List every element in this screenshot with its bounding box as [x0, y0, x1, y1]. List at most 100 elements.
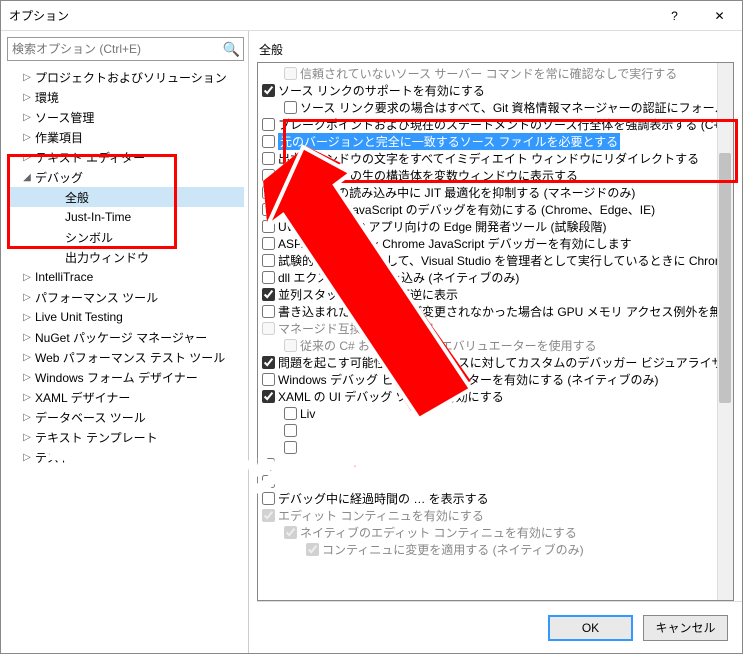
- chevron-right-icon[interactable]: ▷: [21, 132, 33, 143]
- chevron-right-icon[interactable]: ▷: [21, 272, 33, 283]
- help-button[interactable]: ?: [652, 2, 697, 30]
- option-checkbox[interactable]: [262, 390, 275, 403]
- tree-item[interactable]: ▷Web パフォーマンス テスト ツール: [7, 347, 244, 367]
- chevron-right-icon[interactable]: ▷: [21, 152, 33, 163]
- option-checkbox[interactable]: [262, 288, 275, 301]
- option-row: [262, 456, 733, 473]
- right-pane: 全般 信頼されていないソース サーバー コマンドを常に確認なしで実行するソース …: [249, 31, 742, 653]
- tree-item-label: Web パフォーマンス テスト ツール: [35, 349, 225, 366]
- option-checkbox[interactable]: [262, 152, 275, 165]
- tree-item[interactable]: ▷プロジェクトおよびソリューション: [7, 67, 244, 87]
- dialog-body: 🔍 ▷プロジェクトおよびソリューション▷環境▷ソース管理▷作業項目▷テキスト エ…: [1, 31, 742, 653]
- option-checkbox[interactable]: [262, 237, 275, 250]
- option-label: エディット コンティニュを有効にする: [278, 507, 484, 524]
- chevron-right-icon[interactable]: ▷: [21, 332, 33, 343]
- chevron-right-icon[interactable]: ▷: [21, 292, 33, 303]
- chevron-right-icon[interactable]: ▷: [21, 112, 33, 123]
- option-checkbox[interactable]: [262, 492, 275, 505]
- tree-item[interactable]: ▷環境: [7, 87, 244, 107]
- option-checkbox[interactable]: [262, 475, 275, 488]
- scrollbar[interactable]: [717, 63, 733, 600]
- section-title: 全般: [257, 39, 742, 62]
- tree-item[interactable]: Just-In-Time: [7, 207, 244, 227]
- close-button[interactable]: ✕: [697, 2, 742, 30]
- option-checkbox[interactable]: [262, 271, 275, 284]
- tree-item-label: シンボル: [65, 229, 113, 246]
- tree-item[interactable]: ▷NuGet パッケージ マネージャー: [7, 327, 244, 347]
- tree-item[interactable]: ▷テキスト エディター: [7, 147, 244, 167]
- tree-item-label: Windows フォーム デザイナー: [35, 369, 198, 386]
- option-checkbox[interactable]: [284, 424, 297, 437]
- option-checkbox: [262, 322, 275, 335]
- tree-item[interactable]: ▷パフォーマンス ツール: [7, 287, 244, 307]
- tree-item-label: パフォーマンス ツール: [35, 289, 158, 306]
- option-checkbox[interactable]: [262, 135, 275, 148]
- option-checkbox[interactable]: [262, 305, 275, 318]
- tree-item-label: 環境: [35, 89, 59, 106]
- tree-item[interactable]: ▷作業項目: [7, 127, 244, 147]
- option-label: UWP JavaScript アプリ向けの Edge 開発者ツール (試験段階): [278, 218, 607, 235]
- tree-item-label: ソース管理: [35, 109, 94, 126]
- tree-item-label: Just-In-Time: [65, 210, 131, 224]
- tree-item[interactable]: 全般: [7, 187, 244, 207]
- chevron-right-icon[interactable]: ▷: [21, 412, 33, 423]
- tree-item-label: IntelliTrace: [35, 270, 93, 284]
- chevron-right-icon[interactable]: ▷: [21, 392, 33, 403]
- option-checkbox[interactable]: [262, 118, 275, 131]
- tree-item[interactable]: ▷ソース管理: [7, 107, 244, 127]
- option-row: モジュールの読み込み中に JIT 最適化を抑制する (マネージドのみ): [262, 184, 733, 201]
- option-row: 書き込まれたデータで値が変更されなかった場合は GPU メモリ アクセス例外を無…: [262, 303, 733, 320]
- chevron-right-icon[interactable]: ▷: [21, 352, 33, 363]
- chevron-right-icon[interactable]: ▷: [21, 72, 33, 83]
- category-tree[interactable]: ▷プロジェクトおよびソリューション▷環境▷ソース管理▷作業項目▷テキスト エディ…: [7, 67, 244, 647]
- tree-item[interactable]: 出力ウィンドウ: [7, 247, 244, 267]
- option-checkbox[interactable]: [262, 84, 275, 97]
- option-checkbox[interactable]: [262, 203, 275, 216]
- option-checkbox[interactable]: [284, 407, 297, 420]
- option-checkbox[interactable]: [262, 373, 275, 386]
- option-checkbox[interactable]: [262, 254, 275, 267]
- tree-item-label: Live Unit Testing: [35, 310, 123, 324]
- option-checkbox: [284, 339, 297, 352]
- chevron-right-icon[interactable]: ▷: [21, 312, 33, 323]
- option-label: ソース リンク要求の場合はすべて、Git 資格情報マネージャーの認証にフォールバ…: [300, 99, 734, 116]
- chevron-right-icon[interactable]: ▷: [21, 432, 33, 443]
- scroll-thumb[interactable]: [719, 153, 731, 403]
- ok-button[interactable]: OK: [548, 615, 633, 641]
- tree-item[interactable]: ▷テスト: [7, 447, 244, 467]
- tree-item[interactable]: ▷テキスト テンプレート: [7, 427, 244, 447]
- option-checkbox[interactable]: [284, 101, 297, 114]
- option-row: ブレークポイントおよび現在のステートメントのソース行全体を強調表示する (C++…: [262, 116, 733, 133]
- tree-item[interactable]: ◢デバッグ: [7, 167, 244, 187]
- option-checkbox[interactable]: [262, 169, 275, 182]
- option-checkbox[interactable]: [262, 220, 275, 233]
- tree-item[interactable]: ▷XAML デザイナー: [7, 387, 244, 407]
- chevron-right-icon[interactable]: ▷: [21, 372, 33, 383]
- option-row: ソース リンク要求の場合はすべて、Git 資格情報マネージャーの認証にフォールバ…: [262, 99, 733, 116]
- tree-item[interactable]: ▷Live Unit Testing: [7, 307, 244, 327]
- option-label: 出力ウィンドウの文字をすべてイミディエイト ウィンドウにリダイレクトする: [278, 150, 699, 167]
- option-checkbox[interactable]: [284, 441, 297, 454]
- option-label: 元のバージョンと完全に一致するソース ファイルを必要とする: [278, 133, 620, 150]
- option-row: コンティニュに変更を適用する (ネイティブのみ): [262, 541, 733, 558]
- tree-item[interactable]: シンボル: [7, 227, 244, 247]
- cancel-button[interactable]: キャンセル: [643, 615, 728, 641]
- search-icon[interactable]: 🔍: [223, 41, 240, 58]
- option-label: デバッグ中に経過時間の … を表示する: [278, 490, 489, 507]
- option-row: オブジェクトの生の構造体を変数ウィンドウに表示する: [262, 167, 733, 184]
- tree-item[interactable]: ▷データベース ツール: [7, 407, 244, 427]
- chevron-right-icon[interactable]: ▷: [21, 92, 33, 103]
- tree-item-label: データベース ツール: [35, 409, 146, 426]
- tree-item[interactable]: ▷IntelliTrace: [7, 267, 244, 287]
- option-checkbox[interactable]: [262, 356, 275, 369]
- tree-item-label: テキスト テンプレート: [35, 429, 158, 446]
- option-checkbox[interactable]: [262, 186, 275, 199]
- search-input[interactable]: [7, 37, 244, 61]
- tree-item-label: 出力ウィンドウ: [65, 249, 149, 266]
- tree-item[interactable]: ▷Windows フォーム デザイナー: [7, 367, 244, 387]
- option-checkbox[interactable]: [262, 458, 275, 471]
- option-row: Windows デバッグ ヒープ アロケーターを有効にする (ネイティブのみ): [262, 371, 733, 388]
- chevron-right-icon[interactable]: ▷: [21, 452, 33, 463]
- chevron-down-icon[interactable]: ◢: [21, 172, 33, 183]
- option-row: ソース リンクのサポートを有効にする: [262, 82, 733, 99]
